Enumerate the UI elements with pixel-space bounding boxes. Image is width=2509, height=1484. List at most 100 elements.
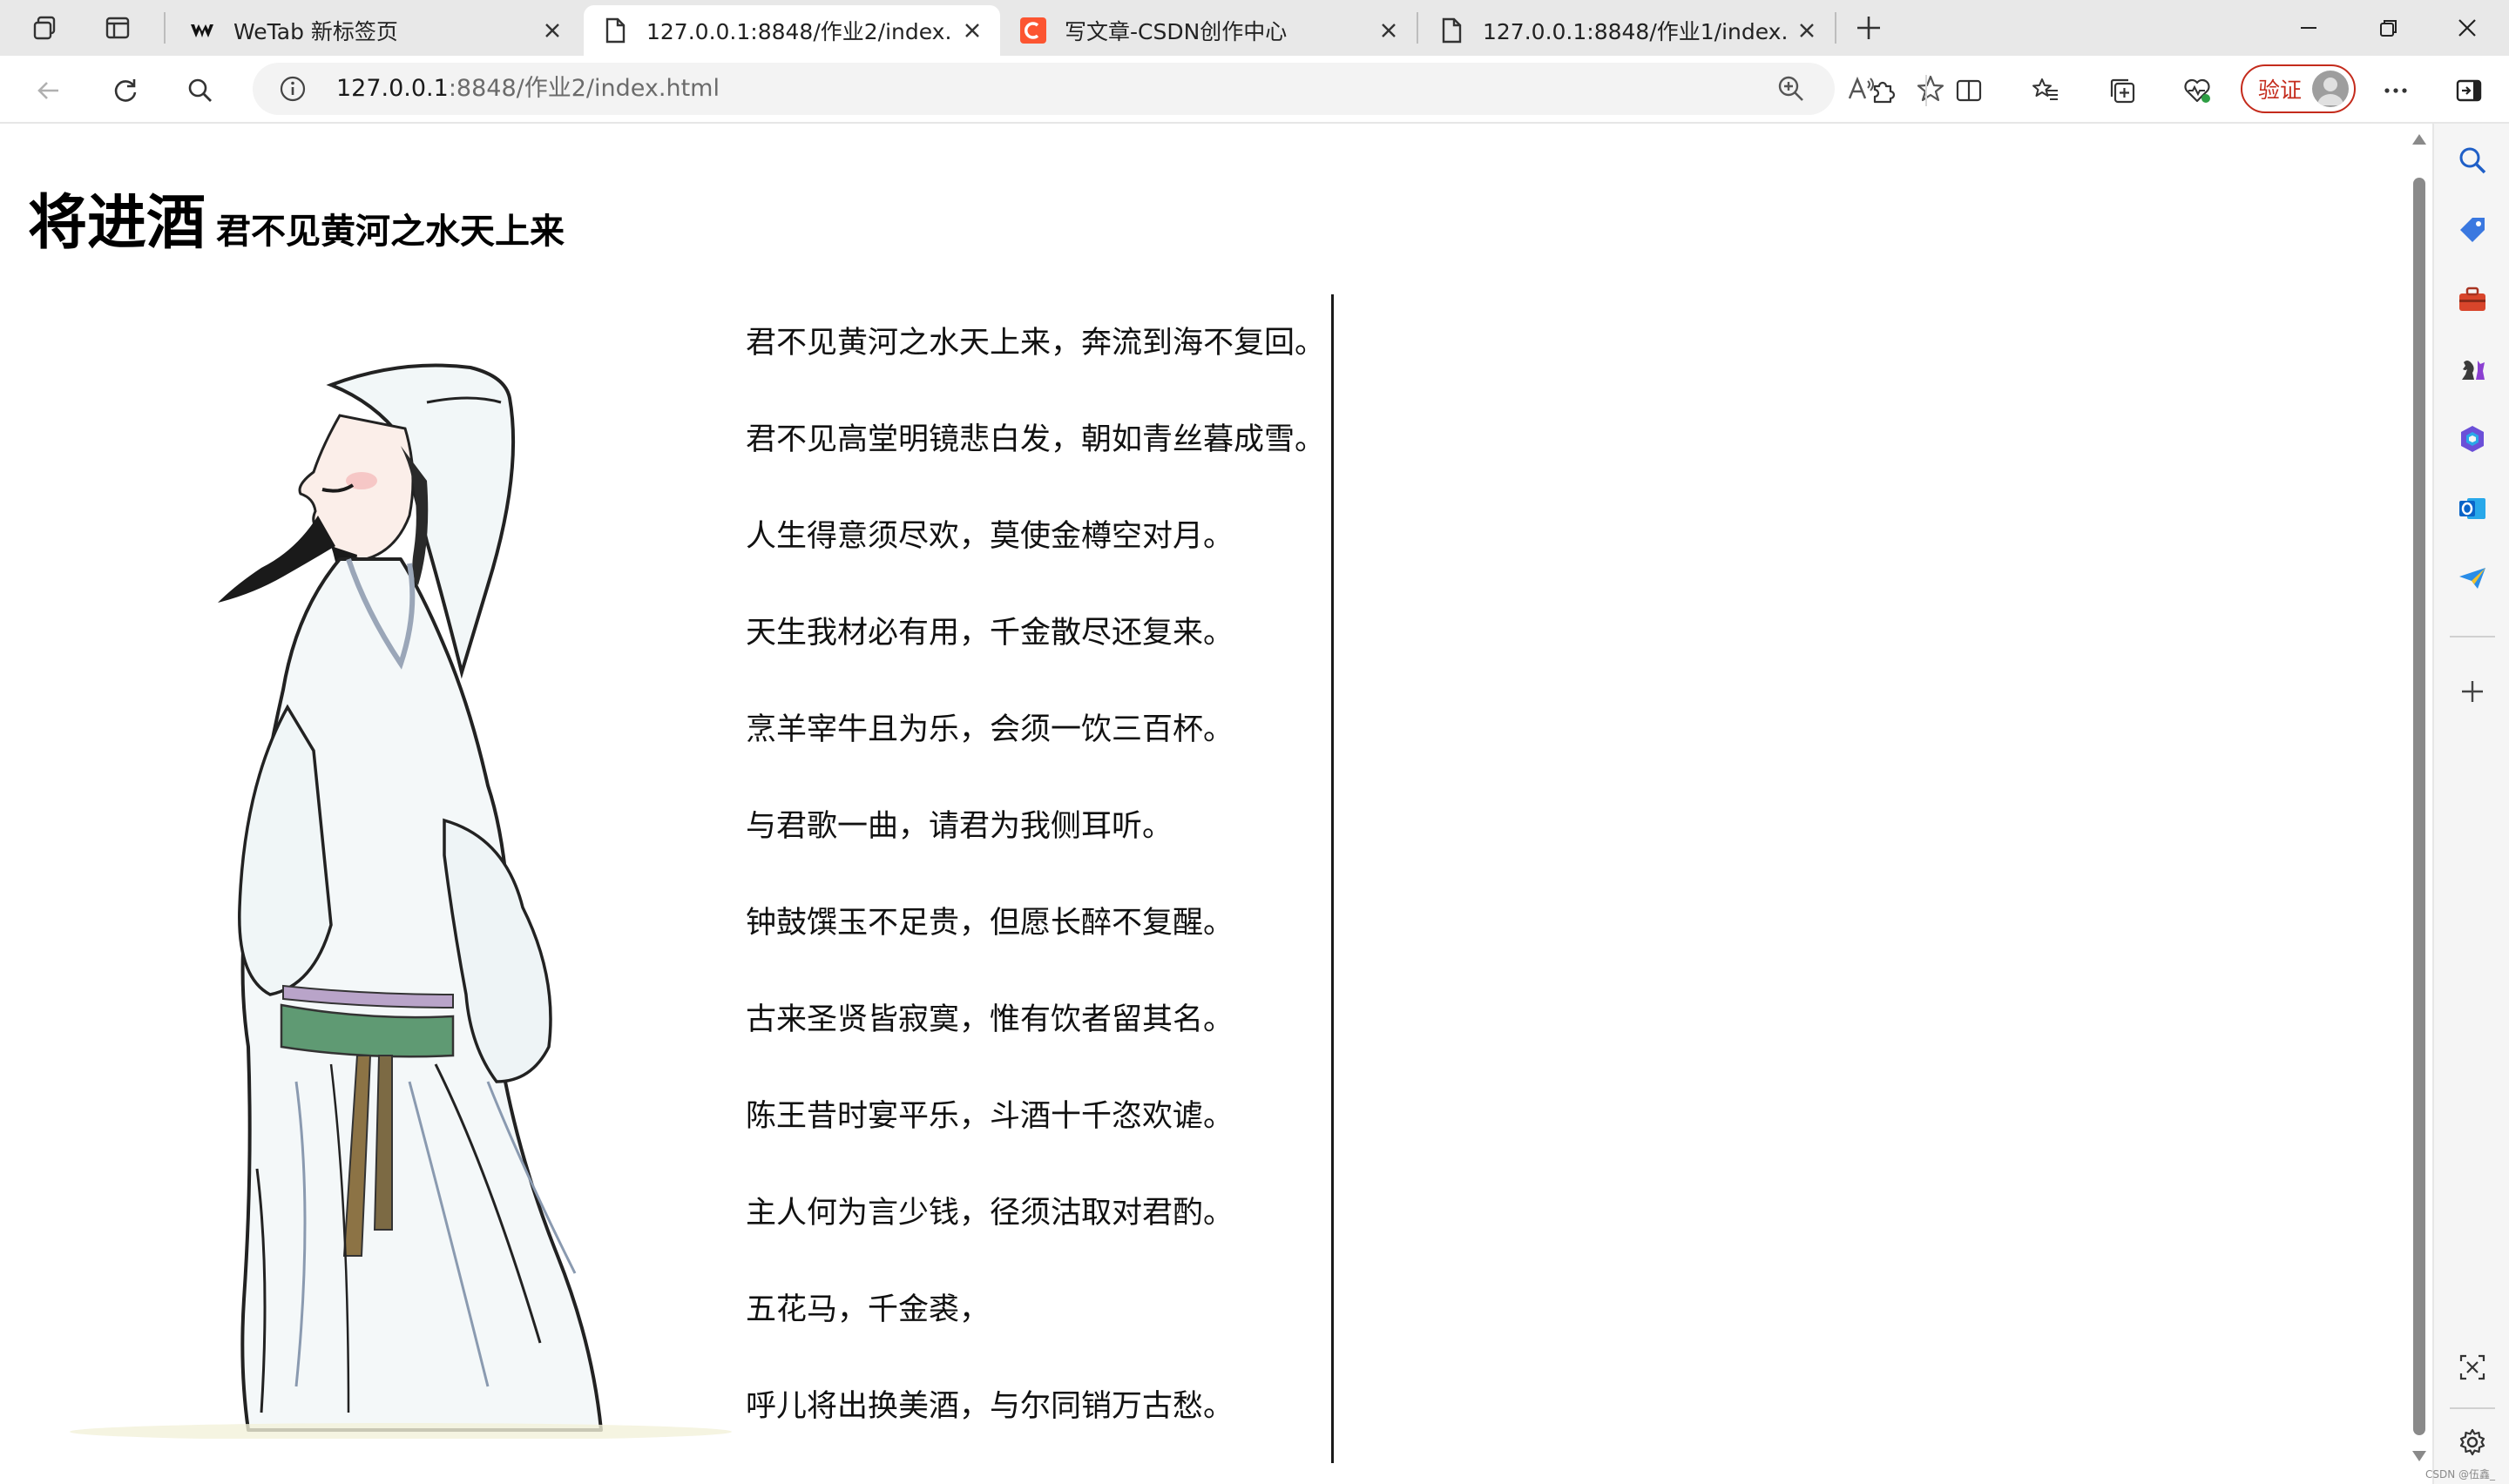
sidebar-add-button[interactable] — [2446, 665, 2499, 718]
sidebar-toggle-icon — [2456, 79, 2482, 102]
poem-line: 呼儿将出换美酒，与尔同销万古愁。 — [746, 1389, 1234, 1424]
sidebar-settings-button[interactable] — [2446, 1416, 2499, 1468]
scrollbar-thumb[interactable] — [2413, 178, 2425, 1435]
favorites-button[interactable] — [2023, 68, 2068, 113]
tag-icon — [2460, 218, 2485, 242]
poem-line: 五花马，千金裘， — [746, 1292, 991, 1327]
close-icon — [2458, 19, 2476, 37]
workspaces-icon — [33, 16, 56, 40]
vertical-divider — [1331, 294, 1334, 1463]
tab-assignment2[interactable]: 127.0.0.1:8848/作业2/index.html — [584, 5, 1000, 56]
outlook-icon — [2459, 498, 2485, 519]
tab-separator — [1417, 12, 1418, 44]
new-tab-button[interactable] — [1847, 7, 1890, 49]
watermark-text: CSDN @伍鑫_ — [2425, 1468, 2496, 1481]
close-icon — [1800, 24, 1814, 37]
close-tab-button[interactable] — [958, 17, 986, 44]
scroll-down-arrow[interactable] — [2412, 1451, 2426, 1461]
profile-verify-button[interactable]: 验证 — [2241, 64, 2356, 113]
more-menu-button[interactable] — [2373, 68, 2418, 113]
tab-title: 写文章-CSDN创作中心 — [1065, 19, 1288, 44]
poem-line: 天生我材必有用，千金散尽还复来。 — [746, 616, 1234, 651]
sidebar-search-button[interactable] — [2446, 134, 2499, 186]
url-host: 127.0.0.1 — [336, 75, 449, 102]
workspaces-button[interactable] — [23, 7, 66, 49]
page-title: 将进酒 — [28, 189, 206, 258]
poem-line: 君不见黄河之水天上来，奔流到海不复回。 — [746, 326, 1326, 361]
screenshot-button[interactable] — [2446, 1341, 2499, 1393]
toolbox-icon — [2459, 287, 2485, 311]
sidebar-outlook-button[interactable] — [2446, 482, 2499, 535]
toolbar-separator — [1925, 75, 1927, 106]
page-scrollbar[interactable] — [2406, 124, 2432, 1474]
sidebar-shopping-button[interactable] — [2446, 204, 2499, 256]
tab-title: WeTab 新标签页 — [233, 19, 398, 44]
favorite-button[interactable] — [1913, 71, 1948, 106]
close-icon — [545, 24, 559, 37]
tab-separator — [164, 12, 166, 44]
tab-csdn[interactable]: 写文章-CSDN创作中心 — [1002, 5, 1417, 56]
sidebar-games-button[interactable] — [2446, 343, 2499, 395]
vertical-tabs-button[interactable] — [96, 7, 139, 49]
search-button[interactable] — [178, 68, 223, 113]
scroll-up-arrow[interactable] — [2412, 134, 2426, 145]
page-viewport: 将进酒 君不见黄河之水天上来 君不见黄河之水天上来，奔流到海不复回。 君不见高堂… — [9, 124, 2406, 1472]
poem-text: 君不见黄河之水天上来，奔流到海不复回。 君不见高堂明镜悲白发，朝如青丝暮成雪。 … — [746, 326, 1338, 1472]
zoom-in-icon — [1778, 76, 1803, 101]
info-icon[interactable] — [279, 75, 307, 103]
zoom-button[interactable] — [1774, 71, 1809, 106]
browser-toolbar: 127.0.0.1:8848/作业2/index.html 验证 — [0, 56, 2509, 124]
gear-icon — [2459, 1428, 2485, 1456]
close-window-button[interactable] — [2425, 0, 2509, 56]
poem-line: 与君歌一曲，请君为我侧耳听。 — [746, 809, 1173, 844]
arrow-left-icon — [37, 82, 58, 99]
close-icon — [965, 24, 979, 37]
split-screen-button[interactable] — [1946, 68, 1992, 113]
restore-icon — [2380, 20, 2397, 37]
plus-icon — [2462, 681, 2483, 702]
sidebar-separator — [2450, 1407, 2495, 1409]
close-tab-button[interactable] — [1375, 17, 1403, 44]
plus-icon — [1857, 17, 1880, 39]
close-icon — [1382, 24, 1396, 37]
back-button[interactable] — [26, 68, 71, 113]
heart-pulse-icon — [2184, 78, 2210, 103]
sidebar-toggle-button[interactable] — [2446, 68, 2492, 113]
search-icon — [2459, 147, 2486, 174]
tab-assignment1[interactable]: 127.0.0.1:8848/作业1/index.html — [1420, 5, 1835, 56]
sidebar-office-button[interactable] — [2446, 413, 2499, 465]
tab-strip: WeTab 新标签页 127.0.0.1:8848/作业2/index.html… — [0, 0, 2509, 56]
wetab-icon — [188, 17, 216, 44]
tab-separator — [1835, 12, 1836, 44]
avatar — [2312, 71, 2349, 107]
browser-essentials-button[interactable] — [2174, 68, 2220, 113]
sidebar-send-button[interactable] — [2446, 552, 2499, 604]
sidebar-tools-button[interactable] — [2446, 273, 2499, 326]
close-tab-button[interactable] — [1793, 17, 1821, 44]
csdn-icon — [1019, 17, 1047, 44]
url-path: :8848/作业2/index.html — [448, 75, 720, 102]
sidebar-separator — [2450, 636, 2495, 637]
poem-line: 烹羊宰牛且为乐，会须一饮三百杯。 — [746, 712, 1234, 747]
verify-label: 验证 — [2258, 78, 2303, 103]
refresh-icon — [114, 79, 137, 102]
tab-title: 127.0.0.1:8848/作业2/index.html — [646, 19, 951, 44]
extensions-button[interactable] — [1861, 68, 1906, 113]
poet-illustration — [70, 363, 732, 1439]
split-screen-icon — [1956, 79, 1982, 102]
close-tab-button[interactable] — [538, 17, 566, 44]
collections-button[interactable] — [2100, 68, 2145, 113]
page-icon — [601, 17, 629, 44]
page-subtitle: 君不见黄河之水天上来 — [216, 212, 565, 252]
restore-button[interactable] — [2345, 0, 2432, 56]
minimize-button[interactable] — [2265, 0, 2352, 56]
poem-line: 钟鼓馔玉不足贵，但愿长醉不复醒。 — [746, 906, 1234, 941]
address-bar[interactable]: 127.0.0.1:8848/作业2/index.html — [253, 63, 1944, 115]
star-icon — [1917, 75, 1944, 102]
poem-line: 陈王昔时宴平乐，斗酒十千恣欢谑。 — [746, 1099, 1234, 1134]
tab-wetab[interactable]: WeTab 新标签页 — [171, 5, 580, 56]
user-icon — [2317, 78, 2343, 105]
url-text[interactable]: 127.0.0.1:8848/作业2/index.html — [336, 63, 720, 115]
refresh-button[interactable] — [103, 68, 148, 113]
minimize-icon — [2301, 27, 2316, 29]
